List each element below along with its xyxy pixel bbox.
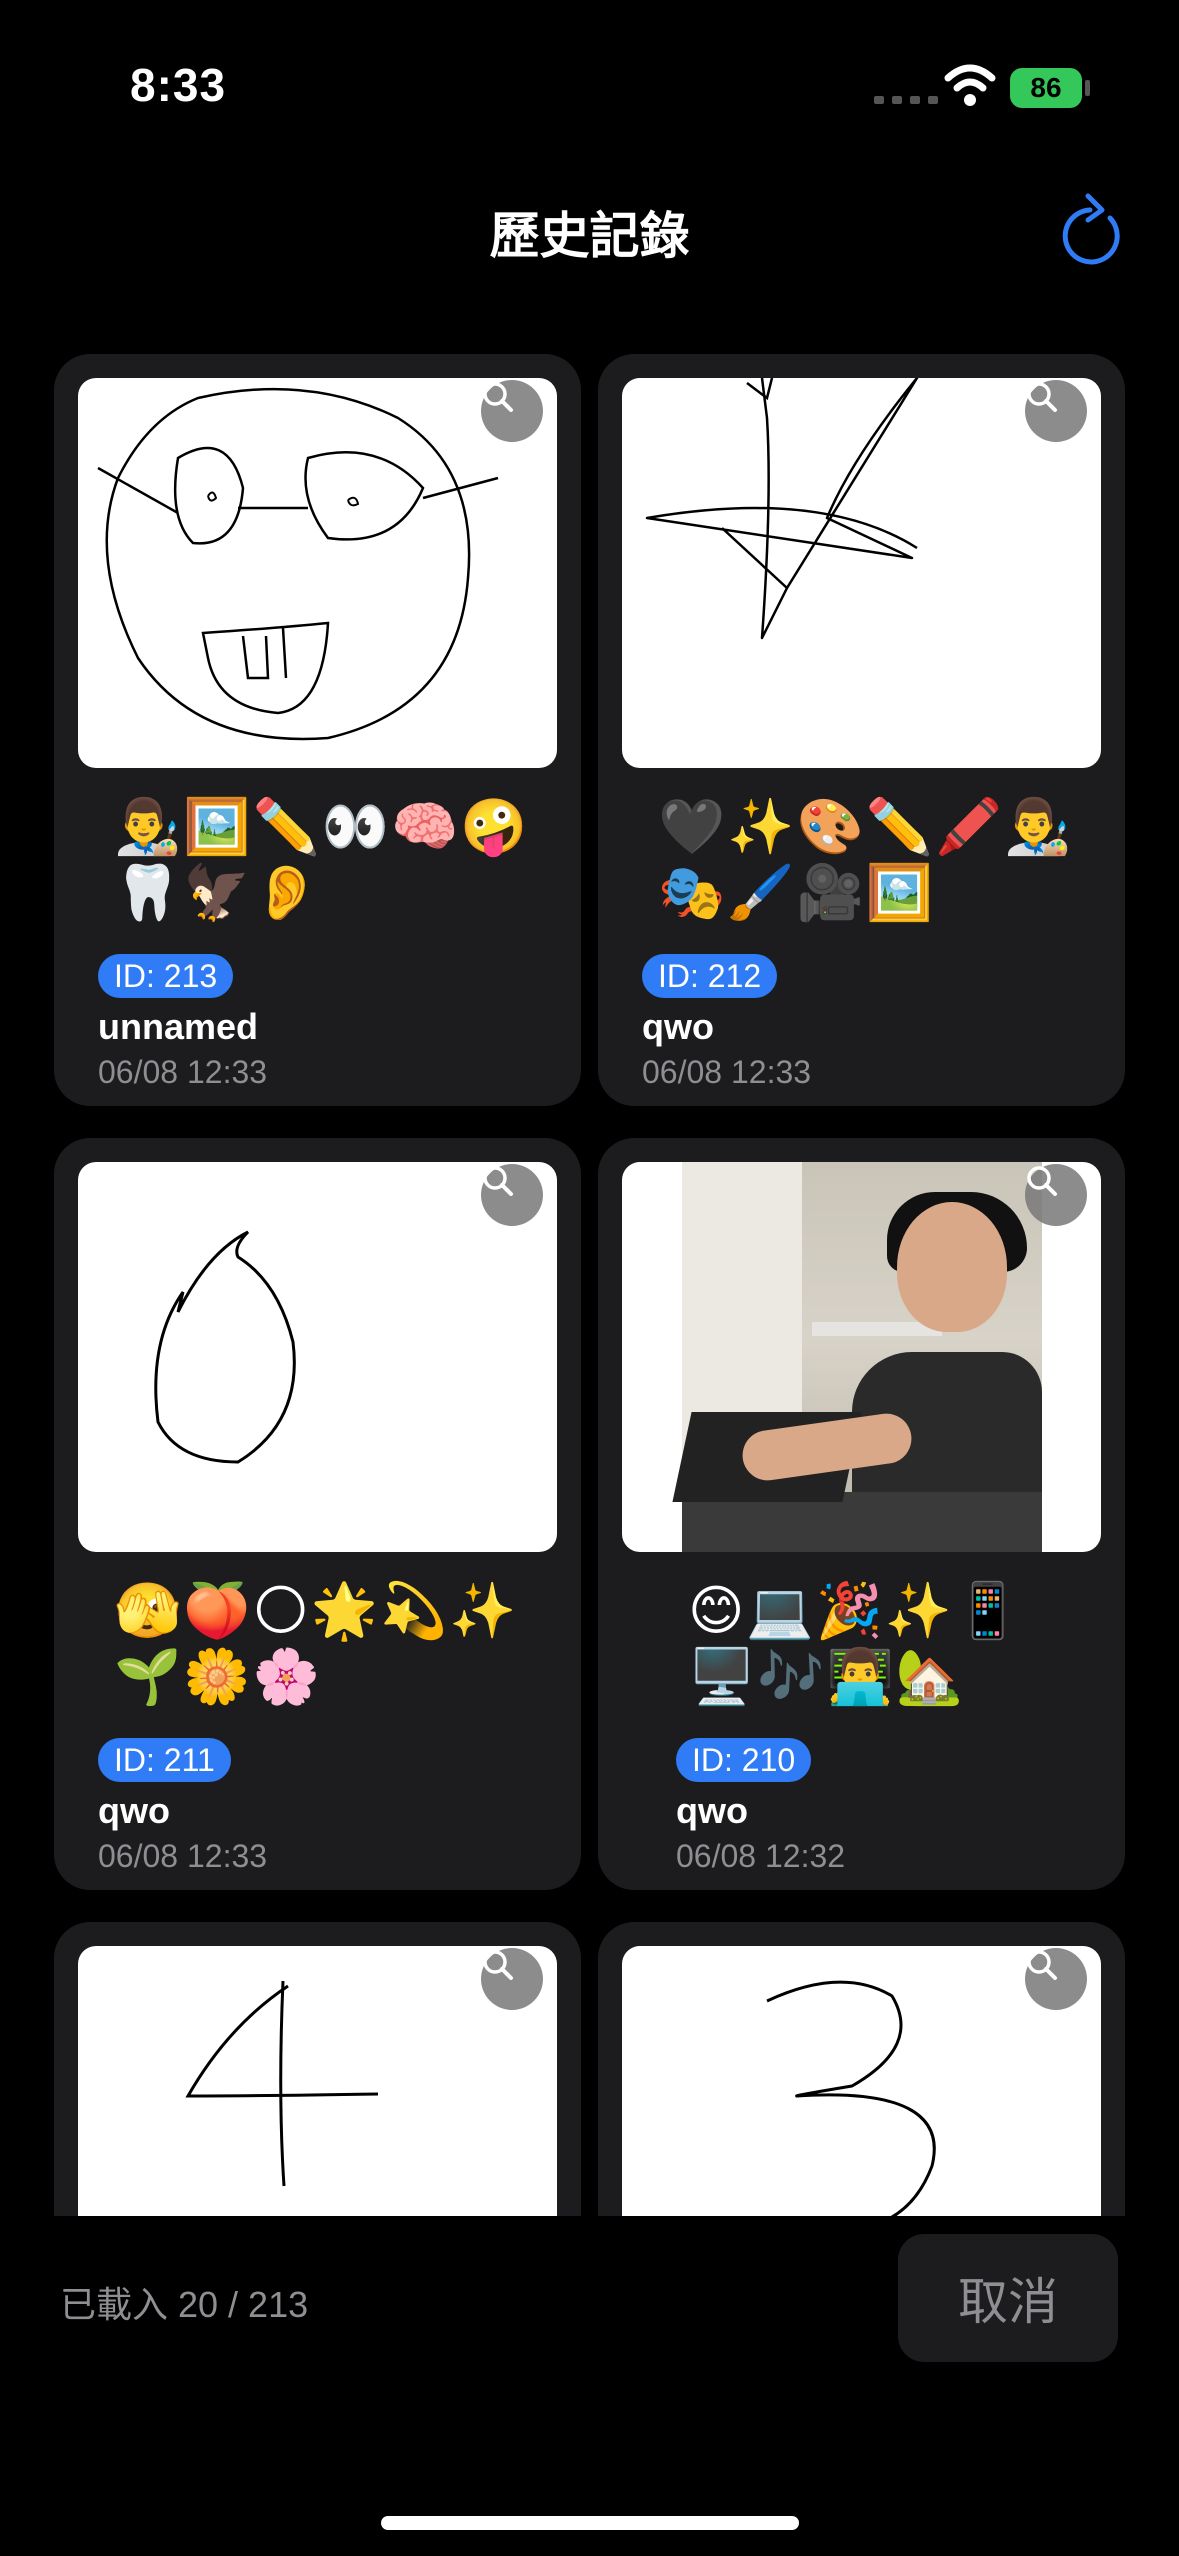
home-indicator[interactable] <box>381 2516 799 2530</box>
magnifier-icon <box>1027 1950 1057 1980</box>
drawing-thumbnail <box>78 378 557 768</box>
id-badge: ID: 213 <box>98 954 234 998</box>
card-name: unnamed <box>98 1006 259 1047</box>
card-date: 06/08 12:33 <box>98 1054 268 1090</box>
star-drawing <box>645 378 919 640</box>
emoji-line: 🫣🍑🌕🌟💫✨ <box>114 1579 519 1642</box>
magnifier-icon <box>1027 382 1057 412</box>
history-grid: 👨‍🎨🖼️✏️👀🧠🤪 🦷🦅👂 ID: 213 unnamed 06/08 12:… <box>0 0 1179 2216</box>
drawing-thumbnail <box>622 378 1101 768</box>
drawing-thumbnail <box>78 1162 557 1552</box>
emoji-line: 🖥️🎶👨‍💻🏡 <box>688 1645 965 1708</box>
emoji-tags: 🖤✨🎨✏️🖍️👨‍🎨 🎭🖌️🎥🖼️ <box>658 794 1098 926</box>
card-date: 06/08 12:32 <box>676 1838 846 1874</box>
zoom-button[interactable] <box>481 1164 543 1226</box>
card-date: 06/08 12:33 <box>98 1838 268 1874</box>
photo-thumbnail <box>622 1162 1101 1552</box>
history-card[interactable]: 🖤✨🎨✏️🖍️👨‍🎨 🎭🖌️🎥🖼️ ID: 212 qwo 06/08 12:3… <box>598 354 1125 1106</box>
drawing-thumbnail <box>78 1946 557 2216</box>
history-card[interactable]: 😊💻🎉✨📱 🖥️🎶👨‍💻🏡 ID: 210 qwo 06/08 12:32 <box>598 1138 1125 1890</box>
emoji-line: 🖤✨🎨✏️🖍️👨‍🎨 <box>658 795 1074 858</box>
zoom-button[interactable] <box>481 380 543 442</box>
zoom-button[interactable] <box>1025 380 1087 442</box>
emoji-line: 🎭🖌️🎥🖼️ <box>658 861 935 924</box>
id-badge: ID: 211 <box>98 1738 231 1782</box>
face-drawing <box>97 387 499 741</box>
card-name: qwo <box>642 1006 714 1047</box>
zoom-button[interactable] <box>1025 1948 1087 2010</box>
history-card[interactable]: 👨‍🎨🖼️✏️👀🧠🤪 🦷🦅👂 ID: 213 unnamed 06/08 12:… <box>54 354 581 1106</box>
emoji-line: 👨‍🎨🖼️✏️👀🧠🤪 <box>114 795 530 858</box>
loaded-count: 已載入 20 / 213 <box>60 2284 309 2325</box>
cancel-button[interactable]: 取消 <box>898 2234 1118 2362</box>
person-at-laptop-photo <box>672 1162 1042 1552</box>
emoji-tags: 😊💻🎉✨📱 🖥️🎶👨‍💻🏡 <box>688 1578 1125 1710</box>
emoji-line: 🌱🌼🌸 <box>114 1645 322 1708</box>
emoji-tags: 🫣🍑🌕🌟💫✨ 🌱🌼🌸 <box>114 1578 554 1710</box>
history-card[interactable] <box>54 1922 581 2216</box>
magnifier-icon <box>1027 1166 1057 1196</box>
magnifier-icon <box>483 1950 513 1980</box>
zoom-button[interactable] <box>481 1948 543 2010</box>
card-name: qwo <box>98 1790 170 1831</box>
id-badge: ID: 210 <box>676 1738 812 1782</box>
history-card[interactable] <box>598 1922 1125 2216</box>
emoji-tags: 👨‍🎨🖼️✏️👀🧠🤪 🦷🦅👂 <box>114 794 554 926</box>
drawing-thumbnail <box>622 1946 1101 2216</box>
id-badge: ID: 212 <box>642 954 778 998</box>
bottom-bar: 已載入 20 / 213 取消 <box>0 2216 1179 2556</box>
magnifier-icon <box>483 1166 513 1196</box>
drop-drawing <box>154 1230 296 1464</box>
card-name: qwo <box>676 1790 748 1831</box>
zoom-button[interactable] <box>1025 1164 1087 1226</box>
emoji-line: 😊💻🎉✨📱 <box>688 1579 1024 1642</box>
history-card[interactable]: 🫣🍑🌕🌟💫✨ 🌱🌼🌸 ID: 211 qwo 06/08 12:33 <box>54 1138 581 1890</box>
emoji-line: 🦷🦅👂 <box>114 861 322 924</box>
magnifier-icon <box>483 382 513 412</box>
card-date: 06/08 12:33 <box>642 1054 812 1090</box>
